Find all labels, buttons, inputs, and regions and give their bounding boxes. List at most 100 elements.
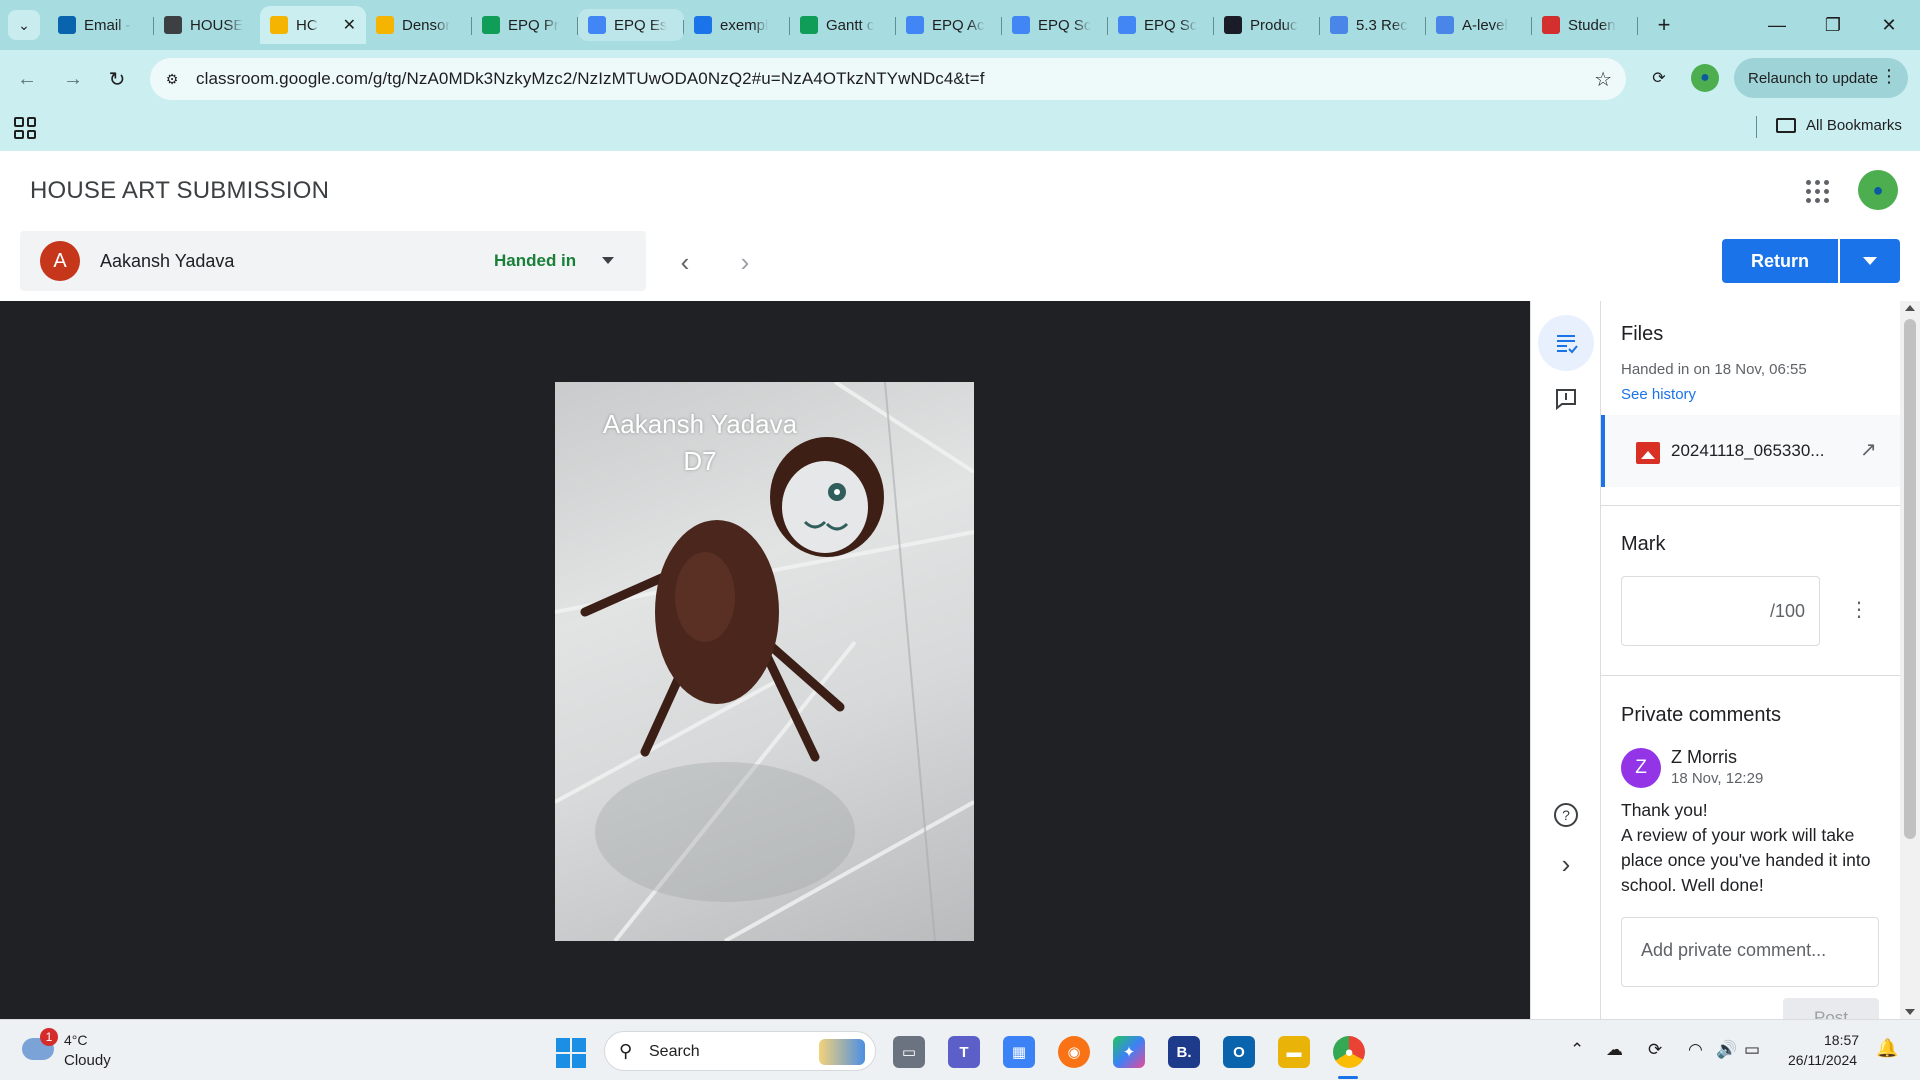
return-button[interactable]: Return — [1722, 239, 1838, 283]
teams-icon[interactable]: T — [948, 1036, 980, 1068]
browser-tab[interactable]: HOUSE — [154, 6, 260, 44]
photo-caption-name: Aakansh Yadava — [602, 409, 798, 439]
minimize-button[interactable]: — — [1750, 0, 1804, 50]
caret-down-icon[interactable] — [602, 257, 614, 264]
mark-options-icon[interactable]: ⋮ — [1849, 597, 1869, 622]
mark-input[interactable]: /100 — [1621, 576, 1820, 646]
profile-icon[interactable]: ● — [1691, 64, 1719, 92]
extension-icon[interactable]: ⟳ — [1645, 64, 1673, 92]
booking-icon[interactable]: B. — [1168, 1036, 1200, 1068]
browser-tab[interactable]: Email - — [48, 6, 154, 44]
address-bar[interactable]: ⚙ classroom.google.com/g/tg/NzA0MDk3Nzky… — [150, 58, 1626, 100]
browser-tab[interactable]: Gantt c — [790, 6, 896, 44]
comment-text: Thank you! A review of your work will ta… — [1621, 798, 1891, 898]
browser-tab[interactable]: HC ✕ — [260, 6, 366, 44]
submitted-photo: Aakansh Yadava D7 — [555, 382, 974, 941]
browser-tab[interactable]: Produc — [1214, 6, 1320, 44]
return-dropdown-button[interactable] — [1840, 239, 1900, 283]
taskbar-search[interactable]: ⚲ Search — [604, 1031, 876, 1071]
file-name[interactable]: 20241118_065330... — [1671, 441, 1824, 461]
tab-title: Gantt c — [826, 16, 875, 34]
relaunch-button[interactable]: Relaunch to update ⋮ — [1734, 58, 1908, 98]
browser-tab[interactable]: Studen — [1532, 6, 1638, 44]
browser-tab[interactable]: A-level — [1426, 6, 1532, 44]
panel-scrollbar[interactable] — [1900, 301, 1920, 1019]
weather-condition[interactable]: Cloudy — [64, 1052, 111, 1069]
tab-list: Email - HOUSE HC ✕ Densor EPQ Pr EPQ Es exempl G… — [48, 6, 1638, 44]
store-icon[interactable]: ▦ — [1003, 1036, 1035, 1068]
files-tab-button[interactable] — [1538, 315, 1594, 371]
windows-start-icon[interactable] — [556, 1038, 586, 1068]
browser-tab[interactable]: EPQ Es — [578, 9, 684, 41]
help-button[interactable]: ? — [1538, 787, 1594, 843]
file-attachment[interactable]: 20241118_065330... ↗ — [1601, 415, 1900, 487]
temperature[interactable]: 4°C — [64, 1032, 88, 1048]
classroom-dark-icon — [164, 16, 182, 34]
wifi-icon[interactable]: ◠ — [1688, 1040, 1703, 1060]
bookmark-star-icon[interactable]: ☆ — [1594, 67, 1612, 92]
svg-text:?: ? — [1562, 807, 1570, 823]
quizlet-icon — [1224, 16, 1242, 34]
close-tab-icon[interactable]: ✕ — [343, 15, 356, 35]
tab-search-button[interactable]: ⌄ — [8, 10, 40, 40]
account-avatar[interactable]: ● — [1858, 170, 1898, 210]
task-view-icon[interactable]: ▭ — [893, 1036, 925, 1068]
close-window-button[interactable]: ✕ — [1862, 0, 1916, 50]
outlook-icon[interactable]: O — [1223, 1036, 1255, 1068]
sync-icon[interactable]: ⟳ — [1648, 1040, 1662, 1060]
clock-date[interactable]: 26/11/2024 — [1788, 1052, 1857, 1068]
tab-title: EPQ Pr — [508, 16, 559, 34]
browser-tab[interactable]: exempl — [684, 6, 790, 44]
next-student-icon[interactable]: › — [730, 247, 760, 277]
copilot-icon[interactable]: ✦ — [1113, 1036, 1145, 1068]
tab-title: exempl — [720, 16, 769, 34]
expand-panel-icon[interactable]: › — [1538, 836, 1594, 892]
tab-title: Densor — [402, 16, 451, 34]
browser-tab[interactable]: 5.3 Rec — [1320, 6, 1426, 44]
comments-tab-button[interactable] — [1538, 371, 1594, 427]
open-in-new-icon[interactable]: ↗ — [1860, 437, 1877, 462]
apps-grid-icon[interactable] — [14, 117, 36, 139]
bookmarks-divider — [1756, 116, 1757, 138]
comment-timestamp: 18 Nov, 12:29 — [1671, 770, 1764, 787]
firefox-icon[interactable]: ◉ — [1058, 1036, 1090, 1068]
reload-icon[interactable]: ↻ — [100, 62, 134, 96]
image-file-icon — [1636, 442, 1660, 464]
url-text[interactable]: classroom.google.com/g/tg/NzA0MDk3NzkyMz… — [196, 69, 985, 89]
all-bookmarks-button[interactable]: All Bookmarks — [1776, 117, 1902, 134]
commenter-avatar: Z — [1621, 748, 1661, 788]
restore-button[interactable]: ❐ — [1806, 0, 1860, 50]
file-explorer-icon[interactable]: ▬ — [1278, 1036, 1310, 1068]
assignment-list-icon — [1557, 335, 1578, 354]
search-icon: ⚲ — [619, 1041, 633, 1061]
tab-title: EPQ Es — [614, 16, 668, 34]
mark-heading: Mark — [1621, 533, 1666, 555]
battery-icon[interactable]: ▭ — [1744, 1040, 1760, 1060]
browser-tab[interactable]: EPQ Pr — [472, 6, 578, 44]
browser-tab[interactable]: Densor — [366, 6, 472, 44]
site-info-icon[interactable]: ⚙ — [158, 65, 186, 93]
chrome-icon[interactable]: ● — [1333, 1036, 1365, 1068]
forward-icon[interactable]: → — [56, 62, 90, 96]
menu-dots-icon[interactable]: ⋮ — [1880, 66, 1898, 87]
see-history-link[interactable]: See history — [1621, 386, 1696, 403]
show-hidden-icons-icon[interactable]: ⌃ — [1570, 1040, 1584, 1060]
browser-tab[interactable]: EPQ Sc — [1108, 6, 1214, 44]
volume-icon[interactable]: 🔊 — [1716, 1040, 1737, 1060]
bookmarks-bar: All Bookmarks — [0, 108, 1920, 151]
browser-tab[interactable]: EPQ Sc — [1002, 6, 1108, 44]
wordpress-icon — [1330, 16, 1348, 34]
post-comment-button[interactable]: Post — [1783, 998, 1879, 1019]
new-tab-button[interactable]: + — [1650, 10, 1678, 40]
student-selector[interactable]: A Aakansh Yadava Handed in — [20, 231, 646, 291]
previous-student-icon[interactable]: ‹ — [670, 247, 700, 277]
clock-time[interactable]: 18:57 — [1824, 1032, 1859, 1048]
back-icon[interactable]: ← — [10, 62, 44, 96]
google-apps-icon[interactable] — [1806, 180, 1829, 203]
private-comment-input[interactable]: Add private comment... — [1621, 917, 1879, 987]
notification-bell-icon[interactable]: 🔔 — [1876, 1038, 1898, 1059]
onedrive-icon[interactable]: ☁ — [1606, 1040, 1623, 1060]
browser-tab[interactable]: EPQ Ac — [896, 6, 1002, 44]
docs-icon — [906, 16, 924, 34]
folder-icon — [1776, 118, 1796, 133]
